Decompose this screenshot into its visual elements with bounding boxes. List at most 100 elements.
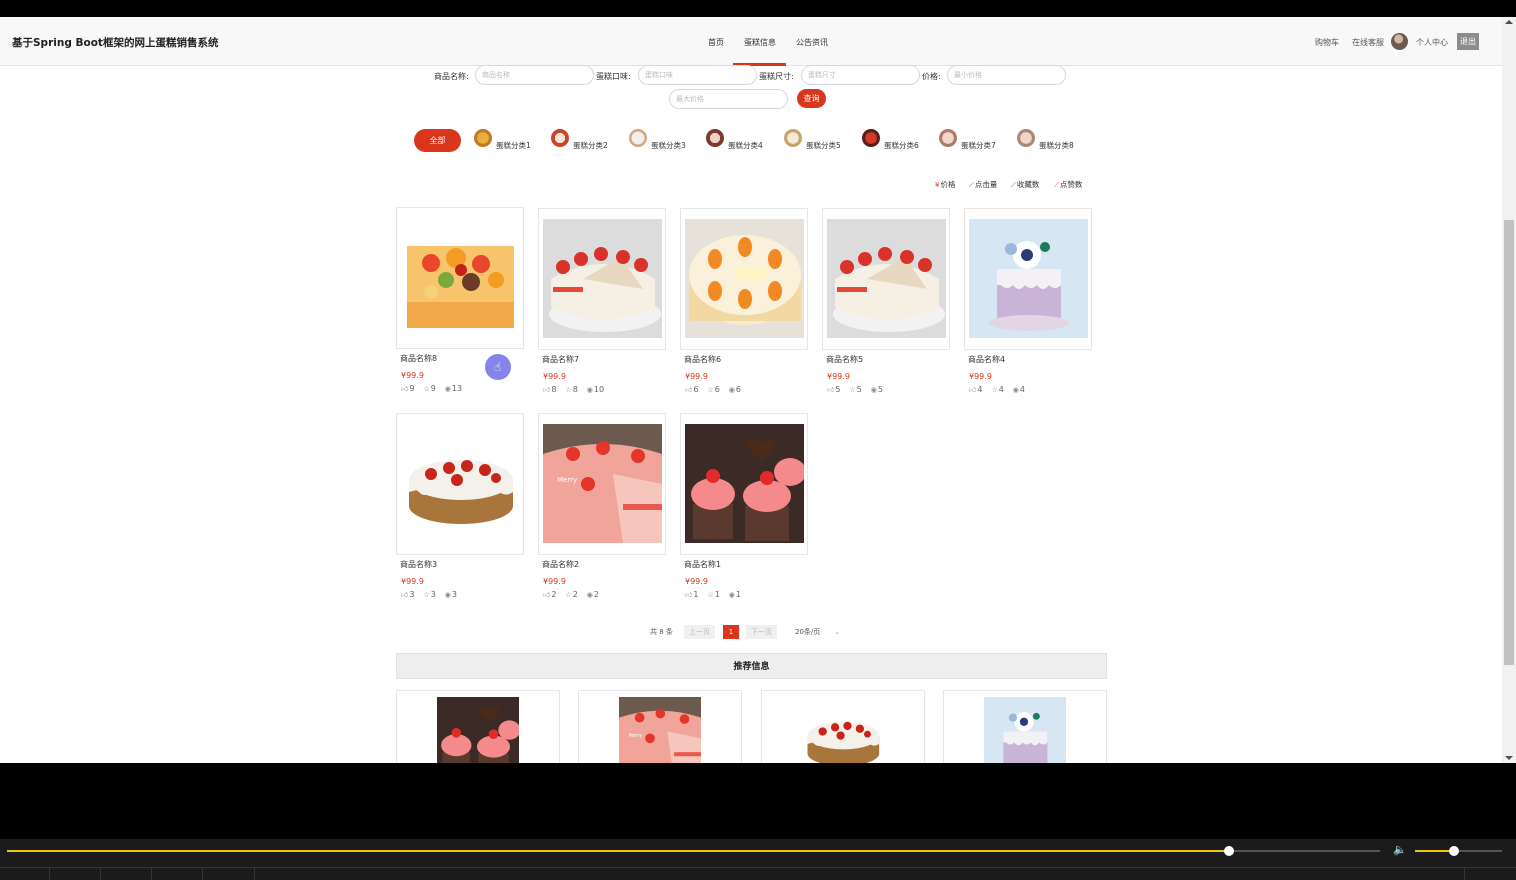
product-name[interactable]: 商品名称4 (968, 354, 1005, 365)
online-service-link[interactable]: 在线客服 (1352, 37, 1384, 48)
site-title: 基于Spring Boot框架的网上蛋糕销售系统 (12, 37, 219, 49)
volume-slider[interactable] (1415, 846, 1502, 856)
sort-favorites-label: 收藏数 (1016, 180, 1040, 189)
recommend-image (437, 697, 519, 763)
query-button[interactable]: 查询 (797, 89, 826, 108)
recommend-card[interactable] (761, 690, 925, 763)
product-image-frame[interactable] (680, 413, 808, 555)
category-thumb (551, 129, 569, 147)
sort-likes[interactable]: ⟋点赞数 (1054, 179, 1082, 190)
flavor-label: 蛋糕口味: (596, 72, 631, 81)
product-image-frame[interactable] (680, 208, 808, 350)
chart-icon: ⟋ (1011, 181, 1016, 189)
prev-page-button[interactable]: 上一页 (684, 625, 715, 639)
volume-icon[interactable]: 🔈 (1393, 844, 1407, 856)
size-label: 蛋糕尺寸: (759, 72, 794, 81)
seek-bar-progress (7, 850, 1229, 852)
nav-cake-info[interactable]: 蛋糕信息 (744, 37, 776, 48)
product-stats: 👍︎1 ☆1 ◉1 (685, 590, 750, 599)
max-price-input[interactable]: 最大价格 (669, 89, 788, 109)
favorites-count: 3 (430, 590, 436, 599)
star-icon: ☆ (565, 386, 572, 394)
name-label: 商品名称: (434, 72, 469, 81)
sort-price[interactable]: ¥价格 (935, 179, 955, 190)
category-all-button[interactable]: 全部 (414, 129, 461, 152)
player-tab[interactable] (152, 868, 203, 880)
product-image-frame[interactable] (396, 413, 524, 555)
views-count: 2 (593, 590, 599, 599)
next-page-button[interactable]: 下一页 (746, 625, 777, 639)
product-name[interactable]: 商品名称2 (542, 559, 579, 570)
seek-handle[interactable] (1223, 846, 1234, 856)
name-input[interactable]: 商品名称 (475, 65, 594, 85)
product-image-frame[interactable] (538, 208, 666, 350)
seek-bar[interactable] (7, 846, 1380, 856)
personal-center-link[interactable]: 个人中心 (1416, 37, 1448, 48)
star-icon: ☆ (565, 591, 572, 599)
player-tab[interactable] (203, 868, 255, 880)
recommend-card[interactable]: Merry (578, 690, 742, 763)
product-name[interactable]: 商品名称7 (542, 354, 579, 365)
product-image (685, 424, 804, 543)
screen: 基于Spring Boot框架的网上蛋糕销售系统 首页 蛋糕信息 公告资讯 购物… (0, 0, 1516, 880)
nav-announcements[interactable]: 公告资讯 (796, 37, 828, 48)
likes-stat: 👍︎6 (685, 385, 698, 394)
thumb-up-icon: 👍︎ (685, 386, 693, 394)
views-count: 5 (877, 385, 883, 394)
product-image-frame[interactable] (964, 208, 1092, 350)
product-price: ¥99.9 (827, 372, 850, 381)
product-image-frame[interactable]: Merry (538, 413, 666, 555)
product-name[interactable]: 商品名称1 (684, 559, 721, 570)
sort-clicks[interactable]: ⟋点击量 (969, 179, 997, 190)
product-image-frame[interactable] (822, 208, 950, 350)
page-size-select[interactable]: 20条/页 ⌄ (795, 625, 840, 639)
cart-link[interactable]: 购物车 (1315, 37, 1339, 48)
product-price: ¥99.9 (685, 577, 708, 586)
nav-home[interactable]: 首页 (708, 37, 724, 48)
favorites-stat: ☆9 (423, 384, 435, 393)
star-icon: ☆ (849, 386, 856, 394)
product-name[interactable]: 商品名称5 (826, 354, 863, 365)
player-tab[interactable] (50, 868, 101, 880)
favorites-count: 1 (714, 590, 720, 599)
scroll-up-arrow-icon[interactable] (1505, 20, 1513, 24)
player-tab[interactable] (0, 868, 50, 880)
category-thumb (784, 129, 802, 147)
player-tab[interactable] (101, 868, 152, 880)
product-name[interactable]: 商品名称8 (400, 353, 437, 364)
product-price: ¥99.9 (543, 577, 566, 586)
product-name[interactable]: 商品名称6 (684, 354, 721, 365)
views-stat: ◉10 (587, 385, 604, 394)
flavor-input[interactable]: 蛋糕口味 (638, 65, 757, 85)
volume-handle[interactable] (1449, 846, 1460, 856)
star-icon: ☆ (423, 591, 430, 599)
product-stats: 👍︎5 ☆5 ◉5 (827, 385, 892, 394)
video-player-controls: 🔈 (0, 839, 1516, 880)
category-label: 蛋糕分类8 (1039, 141, 1074, 150)
recommend-card[interactable] (943, 690, 1107, 763)
category-label: 蛋糕分类4 (728, 141, 763, 150)
avatar[interactable] (1391, 33, 1408, 50)
recommend-header: 推荐信息 (396, 653, 1107, 679)
favorites-count: 4 (998, 385, 1004, 394)
category-label: 蛋糕分类1 (496, 141, 531, 150)
size-input[interactable]: 蛋糕尺寸 (801, 65, 920, 85)
logout-button[interactable]: 退出 (1457, 33, 1479, 50)
recommend-card[interactable] (396, 690, 560, 763)
scroll-down-arrow-icon[interactable] (1505, 756, 1513, 760)
product-name[interactable]: 商品名称3 (400, 559, 437, 570)
sort-clicks-label: 点击量 (974, 180, 998, 189)
eye-icon: ◉ (444, 591, 451, 599)
page-number-button[interactable]: 1 (723, 625, 739, 639)
sort-favorites[interactable]: ⟋收藏数 (1011, 179, 1039, 190)
product-stats: 👍︎6 ☆6 ◉6 (685, 385, 750, 394)
product-stats: 👍︎4 ☆4 ◉4 (969, 385, 1034, 394)
vertical-scrollbar[interactable] (1502, 17, 1516, 763)
min-price-input[interactable]: 最小价格 (947, 65, 1066, 85)
eye-icon: ◉ (728, 386, 735, 394)
category-thumb (629, 129, 647, 147)
player-tab[interactable] (1464, 868, 1516, 880)
price-label: 价格: (922, 72, 941, 81)
product-image-frame[interactable] (396, 207, 524, 349)
scroll-thumb[interactable] (1504, 220, 1514, 665)
